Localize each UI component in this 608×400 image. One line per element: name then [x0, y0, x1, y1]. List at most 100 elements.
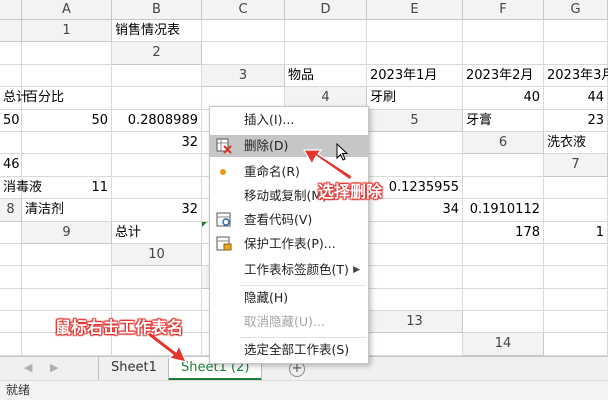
cell[interactable] [463, 154, 544, 177]
column-header[interactable]: D [285, 0, 367, 20]
column-header[interactable]: E [367, 0, 463, 20]
select-all-corner[interactable] [0, 0, 22, 20]
cell[interactable] [544, 199, 608, 222]
cell[interactable] [463, 176, 544, 200]
cell[interactable] [544, 176, 608, 200]
cell[interactable]: 销售情况表 [112, 20, 202, 43]
cell[interactable] [0, 288, 22, 312]
cell[interactable] [22, 64, 112, 88]
row-header[interactable]: 9 [22, 221, 112, 244]
cell[interactable] [0, 266, 22, 289]
cell[interactable] [285, 42, 367, 65]
cell[interactable] [463, 20, 544, 43]
cell[interactable]: 2023年1月 [367, 64, 463, 88]
cell[interactable] [22, 243, 112, 267]
cell[interactable]: 洗衣液 [544, 131, 608, 155]
menu-item-hide[interactable]: 隐藏(H) [210, 287, 368, 309]
column-header[interactable] [0, 20, 22, 43]
cell[interactable]: 牙刷 [367, 87, 463, 110]
cell[interactable]: 牙膏 [463, 109, 544, 132]
row-header[interactable]: 8 [0, 199, 22, 222]
column-header[interactable]: B [112, 0, 202, 20]
cell[interactable] [22, 131, 112, 155]
row-header[interactable]: 7 [544, 154, 608, 177]
cell[interactable] [0, 243, 22, 267]
cell[interactable] [544, 20, 608, 43]
cell[interactable] [367, 221, 463, 244]
cell[interactable] [112, 266, 202, 289]
cell[interactable] [367, 243, 463, 267]
cell[interactable] [0, 64, 22, 88]
cell[interactable] [0, 333, 22, 356]
cell[interactable] [544, 311, 608, 334]
cell[interactable] [285, 20, 367, 43]
cell[interactable] [367, 266, 463, 289]
menu-item-insert[interactable]: 插入(I)... [210, 109, 368, 131]
cell[interactable] [22, 288, 112, 312]
cell[interactable]: 物品 [285, 64, 367, 88]
cell[interactable]: 32 [112, 131, 202, 155]
row-header[interactable]: 13 [367, 311, 463, 334]
column-header[interactable]: F [463, 0, 544, 20]
cell[interactable] [544, 333, 608, 356]
cell[interactable]: 2023年3月 [544, 64, 608, 88]
cell[interactable]: 178 [463, 221, 544, 244]
cell[interactable] [112, 154, 202, 177]
cell[interactable] [0, 311, 22, 334]
cell[interactable] [202, 42, 285, 65]
cell[interactable] [544, 288, 608, 312]
scroll-left-icon[interactable]: ◀ [24, 361, 32, 374]
row-header[interactable]: 14 [463, 333, 544, 356]
cell[interactable]: 总计 [0, 87, 29, 110]
cell[interactable] [0, 131, 22, 155]
cell[interactable] [544, 42, 608, 65]
sheet-tab-sheet1[interactable]: Sheet1 [98, 357, 170, 381]
cell[interactable] [463, 243, 544, 267]
menu-item-protect[interactable]: 保护工作表(P)... [210, 233, 368, 255]
cell[interactable]: 总计 [112, 221, 202, 244]
cell[interactable]: 2023年2月 [463, 64, 544, 88]
cell[interactable]: 清洁剂 [22, 199, 112, 222]
scroll-right-icon[interactable]: ▶ [50, 361, 58, 374]
cell[interactable]: 百分比 [22, 87, 112, 110]
cell[interactable]: 50 [0, 109, 22, 132]
menu-item-view-code[interactable]: 查看代码(V) [210, 209, 368, 231]
cell[interactable]: 44 [544, 87, 608, 110]
column-header[interactable]: G [544, 0, 608, 20]
column-header[interactable]: A [22, 0, 112, 20]
row-header[interactable]: 10 [112, 243, 202, 267]
cell[interactable] [112, 64, 202, 88]
cell[interactable] [367, 288, 463, 312]
cell[interactable] [463, 288, 544, 312]
cell[interactable]: 34 [367, 199, 463, 222]
cell[interactable]: 23 [544, 109, 608, 132]
cell[interactable] [112, 288, 202, 312]
cell[interactable] [463, 266, 544, 289]
cell[interactable]: 1 [544, 221, 608, 244]
cell[interactable] [22, 266, 112, 289]
cell[interactable] [463, 42, 544, 65]
cell[interactable]: 32 [112, 199, 202, 222]
cell[interactable]: 40 [463, 87, 544, 110]
cell[interactable] [367, 154, 463, 177]
column-header[interactable]: C [202, 0, 285, 20]
row-header[interactable]: 1 [22, 20, 112, 43]
cell[interactable] [544, 243, 608, 267]
cell[interactable] [22, 154, 112, 177]
row-header[interactable]: 6 [463, 131, 544, 155]
cell[interactable] [463, 311, 544, 334]
cell[interactable]: 50 [22, 109, 112, 132]
cell[interactable] [367, 333, 463, 356]
cell[interactable] [0, 221, 22, 244]
menu-item-select-all[interactable]: 选定全部工作表(S) [210, 339, 368, 361]
row-header[interactable]: 5 [367, 109, 463, 132]
cell[interactable] [367, 131, 463, 155]
cell[interactable] [112, 87, 202, 110]
cell[interactable] [0, 42, 22, 65]
row-header[interactable]: 3 [202, 64, 285, 88]
cell[interactable] [112, 176, 202, 200]
cell[interactable]: 46 [0, 154, 22, 177]
cell[interactable] [367, 42, 463, 65]
cell[interactable] [544, 266, 608, 289]
cell[interactable]: 0.2808989 [112, 109, 202, 132]
